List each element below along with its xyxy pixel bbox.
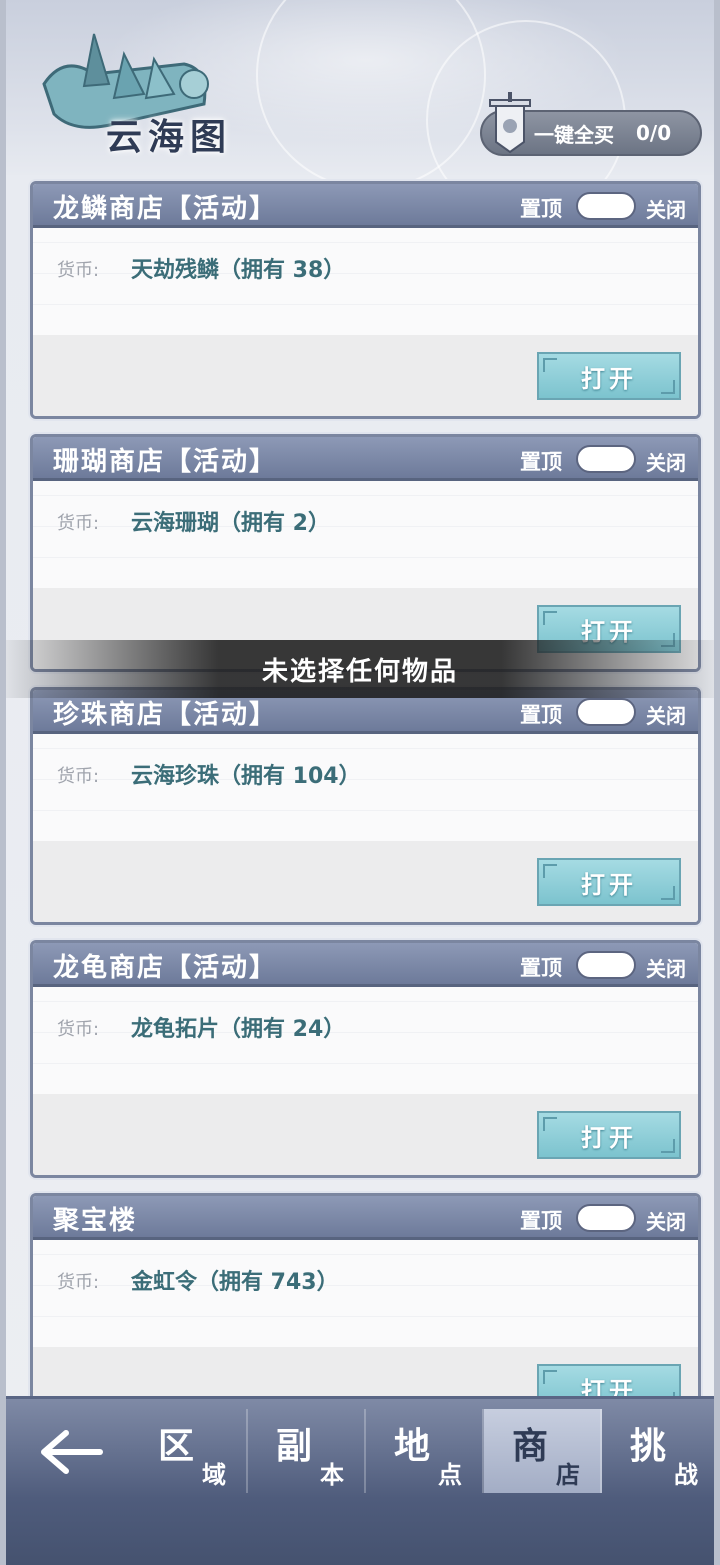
shop-card-body: 货币: 天劫残鳞（拥有 38） [33,228,698,335]
shop-card-footer: 打开 [33,841,698,922]
shop-name: 珍珠商店【活动】 [53,699,278,730]
pin-toggle[interactable] [576,951,636,979]
currency-label: 货币: [57,766,100,787]
open-shop-button[interactable]: 打开 [537,858,681,906]
toggle-state-label: 关闭 [646,1210,686,1234]
tab-region[interactable]: 区 域 [130,1409,248,1493]
toggle-state-label: 关闭 [646,957,686,981]
currency-value: 云海珍珠（拥有 104） [131,764,361,789]
tab-label-small: 域 [202,1460,226,1489]
currency-value: 龙龟拓片（拥有 24） [131,1017,346,1042]
tab-challenge[interactable]: 挑 战 [602,1409,714,1493]
currency-label: 货币: [57,260,100,281]
shop-card: 珊瑚商店【活动】 置顶 关闭 货币: 云海珊瑚（拥有 2） 打开 [30,434,701,672]
tab-label-big: 商 [512,1425,549,1467]
shop-card: 珍珠商店【活动】 置顶 关闭 货币: 云海珍珠（拥有 104） 打开 [30,687,701,925]
tab-label-small: 本 [320,1460,344,1489]
toggle-state-label: 关闭 [646,451,686,475]
pin-toggle[interactable] [576,192,636,220]
shop-card-footer: 打开 [33,335,698,416]
pin-toggle[interactable] [576,445,636,473]
shop-card-header: 聚宝楼 置顶 关闭 [33,1196,698,1240]
tab-label-small: 店 [556,1460,580,1489]
pin-label: 置顶 [520,956,562,980]
shop-card-body: 货币: 云海珍珠（拥有 104） [33,734,698,841]
shop-card-header: 龙龟商店【活动】 置顶 关闭 [33,943,698,987]
shop-card-body: 货币: 金虹令（拥有 743） [33,1240,698,1347]
currency-label: 货币: [57,513,100,534]
shop-card: 龙鳞商店【活动】 置顶 关闭 货币: 天劫残鳞（拥有 38） 打开 [30,181,701,419]
toggle-state-label: 关闭 [646,198,686,222]
toggle-state-label: 关闭 [646,704,686,728]
shop-card-header: 珊瑚商店【活动】 置顶 关闭 [33,437,698,481]
app-frame: 云海图 一键全买 0/0 龙鳞商店【活动】 置顶 关闭 货币: 天劫残鳞（拥有 … [0,0,720,1565]
shop-card-footer: 打开 [33,1094,698,1175]
buy-all-label: 一键全买 [534,122,614,147]
page-title: 云海图 [106,116,233,158]
tab-label-big: 挑 [630,1425,667,1467]
buy-all-count: 0/0 [636,121,672,145]
shop-name: 龙鳞商店【活动】 [53,193,278,224]
tab-dungeon[interactable]: 副 本 [248,1409,366,1493]
currency-label: 货币: [57,1019,100,1040]
pin-label: 置顶 [520,1209,562,1233]
bottom-nav: 区 域 副 本 地 点 商 店 挑 战 [6,1396,714,1565]
tab-label-small: 战 [674,1460,698,1489]
shop-name: 珊瑚商店【活动】 [53,446,278,477]
shop-card-header: 龙鳞商店【活动】 置顶 关闭 [33,184,698,228]
open-shop-button[interactable]: 打开 [537,1111,681,1159]
pin-label: 置顶 [520,450,562,474]
pin-label: 置顶 [520,703,562,727]
pin-toggle[interactable] [576,698,636,726]
pin-label: 置顶 [520,197,562,221]
banner-icon [489,92,531,154]
tab-label-big: 副 [276,1425,313,1467]
tab-label-small: 点 [438,1460,462,1489]
shop-card: 龙龟商店【活动】 置顶 关闭 货币: 龙龟拓片（拥有 24） 打开 [30,940,701,1178]
header: 云海图 一键全买 0/0 [6,0,714,220]
currency-value: 金虹令（拥有 743） [131,1270,339,1295]
tab-label-big: 地 [394,1425,431,1467]
shop-name: 龙龟商店【活动】 [53,952,278,983]
toast-message: 未选择任何物品 [6,640,714,698]
tab-label-big: 区 [158,1425,195,1467]
currency-label: 货币: [57,1272,100,1293]
pin-toggle[interactable] [576,1204,636,1232]
currency-value: 天劫残鳞（拥有 38） [131,258,346,283]
shop-name: 聚宝楼 [53,1205,138,1236]
toast-text: 未选择任何物品 [261,656,458,687]
currency-value: 云海珊瑚（拥有 2） [131,511,330,536]
shop-card-body: 货币: 云海珊瑚（拥有 2） [33,481,698,588]
tab-shop[interactable]: 商 店 [484,1409,602,1493]
open-shop-button[interactable]: 打开 [537,352,681,400]
back-arrow-icon[interactable] [36,1427,106,1477]
shop-card-body: 货币: 龙龟拓片（拥有 24） [33,987,698,1094]
tab-location[interactable]: 地 点 [366,1409,484,1493]
